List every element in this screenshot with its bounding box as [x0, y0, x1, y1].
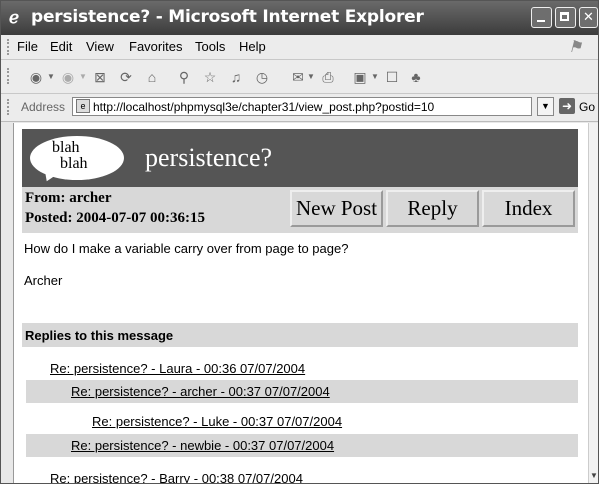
- go-button[interactable]: Go: [579, 100, 595, 114]
- edit-dropdown-icon[interactable]: ▼: [371, 68, 379, 86]
- logo-line-2: blah: [60, 155, 88, 172]
- menu-favorites[interactable]: Favorites: [129, 39, 182, 54]
- menu-edit[interactable]: Edit: [50, 39, 72, 54]
- reply-link[interactable]: Re: persistence? - Luke - 00:37 07/07/20…: [92, 414, 342, 429]
- reply-link[interactable]: Re: persistence? - Barry - 00:38 07/07/2…: [50, 471, 303, 483]
- vertical-scrollbar[interactable]: ▼: [588, 123, 598, 483]
- address-bar: Address e http://localhost/phpmysql3e/ch…: [1, 94, 598, 122]
- close-button[interactable]: [579, 7, 598, 28]
- page-content: blah blah persistence? From: archer Post…: [13, 123, 589, 483]
- reply-button[interactable]: Reply: [386, 190, 479, 227]
- new-post-button[interactable]: New Post: [290, 190, 383, 227]
- post-meta-bar: From: archer Posted: 2004-07-07 00:36:15…: [22, 187, 578, 233]
- forward-dropdown-icon[interactable]: ▼: [79, 68, 87, 86]
- addressbar-grip[interactable]: [7, 99, 9, 115]
- discuss-icon[interactable]: ☐: [383, 68, 401, 86]
- menubar-grip[interactable]: [7, 39, 12, 55]
- refresh-icon[interactable]: ⟳: [117, 68, 135, 86]
- edit-icon[interactable]: ▣: [351, 68, 369, 86]
- post-message: How do I make a variable carry over from…: [24, 241, 349, 256]
- search-icon[interactable]: ⚲: [175, 68, 193, 86]
- back-dropdown-icon[interactable]: ▼: [47, 68, 55, 86]
- media-icon[interactable]: ♫: [227, 68, 245, 86]
- reply-link[interactable]: Re: persistence? - archer - 00:37 07/07/…: [71, 384, 330, 399]
- home-icon[interactable]: ⌂: [143, 68, 161, 86]
- print-icon[interactable]: ⎙: [319, 68, 337, 86]
- blah-blah-logo: blah blah: [30, 136, 124, 180]
- mail-dropdown-icon[interactable]: ▼: [307, 68, 315, 86]
- title-bar[interactable]: ℯ persistence? - Microsoft Internet Expl…: [1, 1, 598, 35]
- stop-icon[interactable]: ⊠: [91, 68, 109, 86]
- reply-link[interactable]: Re: persistence? - newbie - 00:37 07/07/…: [71, 438, 334, 453]
- post-signature: Archer: [24, 273, 63, 288]
- replies-header: Replies to this message: [22, 323, 578, 347]
- index-button[interactable]: Index: [482, 190, 575, 227]
- menu-bar: File Edit View Favorites Tools Help ⚑: [1, 35, 598, 60]
- messenger-icon[interactable]: ♣: [407, 68, 425, 86]
- favorites-icon[interactable]: ☆: [201, 68, 219, 86]
- minimize-button[interactable]: [531, 7, 552, 28]
- menu-help[interactable]: Help: [239, 39, 266, 54]
- ie-logo-icon: ℯ: [9, 8, 20, 27]
- reply-row: Re: persistence? - Laura - 00:36 07/07/2…: [22, 357, 578, 380]
- window-title: persistence? - Microsoft Internet Explor…: [31, 7, 424, 27]
- menu-tools[interactable]: Tools: [195, 39, 225, 54]
- address-dropdown-button[interactable]: ▼: [537, 97, 554, 116]
- history-icon[interactable]: ◷: [253, 68, 271, 86]
- reply-row: Re: persistence? - newbie - 00:37 07/07/…: [26, 434, 578, 457]
- toolbar-grip[interactable]: [7, 68, 12, 84]
- page-icon: e: [76, 99, 90, 113]
- page-title: persistence?: [145, 143, 273, 172]
- windows-flag-icon: ⚑: [568, 39, 583, 56]
- menu-view[interactable]: View: [86, 39, 114, 54]
- back-icon[interactable]: ◉: [27, 68, 45, 86]
- reply-row: Re: persistence? - Barry - 00:38 07/07/2…: [22, 467, 578, 483]
- go-arrow-icon[interactable]: ➜: [559, 98, 575, 114]
- site-banner: blah blah persistence?: [22, 129, 578, 187]
- maximize-button[interactable]: [555, 7, 576, 28]
- reply-row: Re: persistence? - archer - 00:37 07/07/…: [26, 380, 578, 403]
- address-label: Address: [21, 100, 66, 114]
- forward-icon[interactable]: ◉: [59, 68, 77, 86]
- browser-window: ℯ persistence? - Microsoft Internet Expl…: [0, 0, 599, 484]
- mail-icon[interactable]: ✉: [289, 68, 307, 86]
- menu-file[interactable]: File: [17, 39, 38, 54]
- reply-link[interactable]: Re: persistence? - Laura - 00:36 07/07/2…: [50, 361, 305, 376]
- scroll-down-icon[interactable]: ▼: [590, 471, 598, 481]
- replies-header-label: Replies to this message: [25, 328, 174, 343]
- reply-row: Re: persistence? - Luke - 00:37 07/07/20…: [22, 410, 578, 433]
- post-author: From: archer: [25, 190, 112, 206]
- standard-toolbar: ◉ ▼ ◉ ▼ ⊠ ⟳ ⌂ ⚲ ☆ ♫ ◷ ✉ ▼ ⎙ ▣ ▼ ☐ ♣: [1, 60, 598, 94]
- address-url[interactable]: http://localhost/phpmysql3e/chapter31/vi…: [93, 100, 434, 114]
- post-date: Posted: 2004-07-07 00:36:15: [25, 210, 205, 226]
- address-input[interactable]: e http://localhost/phpmysql3e/chapter31/…: [72, 97, 532, 116]
